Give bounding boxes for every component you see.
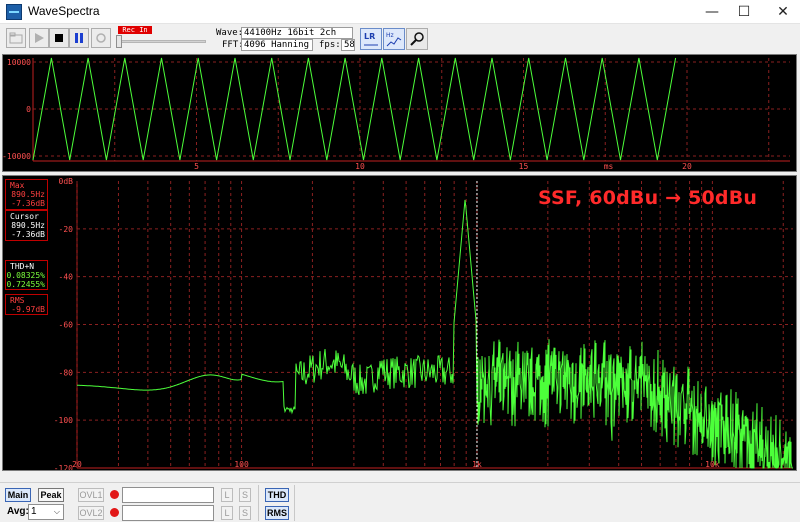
cursor-freq: 890.5Hz <box>11 221 45 230</box>
spectrum-x-tick-label: 100 <box>234 460 249 469</box>
play-button[interactable] <box>29 28 49 48</box>
ovl2-file-field[interactable] <box>122 505 214 521</box>
spectrum-tick-labels: 0dB-20-40-60-80-100-120 20 100 1k 10k <box>54 177 720 470</box>
wave-x-tick-label: 15 <box>519 162 529 171</box>
separator <box>258 485 259 521</box>
peak-button[interactable]: Peak <box>38 488 64 502</box>
pause-button[interactable] <box>69 28 89 48</box>
wave-y-tick-label: -10000 <box>3 152 31 161</box>
toolbar: Rec In Wave: 44100Hz 16bit 2ch FFT: 4096… <box>0 24 800 54</box>
spectrum-settings-button[interactable]: Hz <box>383 28 405 50</box>
spectrum-annotation: SSF, 60dBu → 50dBu <box>538 187 758 209</box>
wave-x-unit-label: ms <box>604 162 614 171</box>
thd-readout: THD+N 0.08325% 0.72455% <box>5 260 48 290</box>
zoom-button[interactable] <box>406 28 428 50</box>
spectrum-y-tick-label: -80 <box>59 368 74 377</box>
thd-label: THD+N <box>10 262 35 271</box>
ovl1-button[interactable]: OVL1 <box>78 488 104 502</box>
input-level-slider[interactable] <box>116 40 206 43</box>
fft-setting-field[interactable]: 4096 Hanning <box>241 39 313 51</box>
lr-icon: LR <box>364 32 378 46</box>
ovl1-record-icon[interactable] <box>110 490 119 499</box>
cursor-level: -7.36dB <box>11 230 45 239</box>
spectrum-panel[interactable]: 0dB -20 -40 -60 -80 -100 -120 20 100 1k 10k <box>2 175 797 471</box>
hz-chart-icon: Hz <box>386 32 402 47</box>
thd-value-2: 0.72455% <box>6 280 45 289</box>
wave-grid <box>33 58 790 161</box>
magnifier-icon <box>410 32 424 46</box>
max-freq: 890.5Hz <box>11 190 45 199</box>
spectrum-trace <box>77 199 794 469</box>
rms-button[interactable]: RMS <box>265 506 289 520</box>
input-level-thumb[interactable] <box>116 35 122 48</box>
spectrum-plot: 0dB-20-40-60-80-100-120 20 100 1k 10k <box>54 177 794 470</box>
waveform-plot: 10000 0 -10000 5 10 15 20 ms <box>3 57 790 171</box>
spectrum-y-tick-label: 0dB <box>59 177 74 186</box>
ovl1-file-field[interactable] <box>122 487 214 503</box>
pause-icon <box>75 33 83 43</box>
fps-label: fps: <box>319 40 341 50</box>
thd-value-1: 0.08325% <box>6 271 45 280</box>
spectrum-y-tick-label: -40 <box>59 273 74 282</box>
max-readout: Max 890.5Hz -7.36dB <box>5 179 48 210</box>
fps-field: 58 <box>341 39 355 51</box>
spectrum-x-tick-label: 10k <box>705 460 720 469</box>
rms-value: -9.97dB <box>11 305 45 314</box>
lr-channel-button[interactable]: LR <box>360 28 382 50</box>
cursor-readout: Cursor 890.5Hz -7.36dB <box>5 210 48 241</box>
rms-readout: RMS -9.97dB <box>5 294 48 315</box>
avg-select[interactable]: 1 ⌵ <box>28 504 64 520</box>
avg-value: 1 <box>31 506 37 517</box>
ovl2-save-button[interactable]: S <box>239 506 251 520</box>
wave-y-tick-label: 0 <box>26 105 31 114</box>
svg-text:LR: LR <box>364 32 375 41</box>
ovl2-record-icon[interactable] <box>110 508 119 517</box>
spectrum-y-tick-label: -60 <box>59 321 74 330</box>
maximize-button[interactable]: ☐ <box>722 0 766 24</box>
avg-label: Avg: <box>7 506 29 517</box>
record-button[interactable] <box>91 28 111 48</box>
wave-tick-labels: 10000 0 -10000 5 10 15 20 ms <box>3 58 692 171</box>
stop-icon <box>55 34 63 42</box>
spectrum-y-tick-label: -120 <box>54 464 73 470</box>
wave-x-tick-label: 5 <box>194 162 199 171</box>
chevron-down-icon: ⌵ <box>53 507 60 516</box>
max-level: -7.36dB <box>11 199 45 208</box>
record-icon <box>96 33 106 43</box>
wave-label: Wave: <box>216 28 244 38</box>
wave-x-tick-label: 10 <box>355 162 365 171</box>
spectrum-y-tick-label: -100 <box>54 416 73 425</box>
separator <box>294 485 295 521</box>
thd-button[interactable]: THD <box>265 488 289 502</box>
folder-icon <box>9 32 23 44</box>
bottom-bar: Main Peak OVL1 L S Avg: 1 ⌵ OVL2 L S THD… <box>0 482 800 522</box>
rms-label: RMS <box>10 296 25 305</box>
app-icon <box>6 4 22 20</box>
spectrum-x-tick-label: 20 <box>72 460 82 469</box>
wave-format-field: 44100Hz 16bit 2ch <box>241 27 353 39</box>
cursor-label: Cursor <box>10 212 39 221</box>
ovl2-load-button[interactable]: L <box>221 506 233 520</box>
open-file-button[interactable] <box>6 28 26 48</box>
window-title: WaveSpectra <box>28 4 100 18</box>
ovl1-save-button[interactable]: S <box>239 488 251 502</box>
ovl1-load-button[interactable]: L <box>221 488 233 502</box>
waveform-panel[interactable]: 10000 0 -10000 5 10 15 20 ms <box>2 54 797 172</box>
ovl2-button[interactable]: OVL2 <box>78 506 104 520</box>
main-button[interactable]: Main <box>5 488 31 502</box>
close-button[interactable]: ✕ <box>766 0 800 24</box>
stop-button[interactable] <box>49 28 69 48</box>
title-bar: WaveSpectra — ☐ ✕ <box>0 0 800 24</box>
wave-x-tick-label: 20 <box>682 162 692 171</box>
svg-text:Hz: Hz <box>386 32 394 39</box>
rec-in-label: Rec In <box>118 26 152 34</box>
spectrum-y-tick-label: -20 <box>59 225 74 234</box>
play-icon <box>35 33 44 43</box>
wave-y-tick-label: 10000 <box>7 58 31 67</box>
max-label: Max <box>10 181 25 190</box>
